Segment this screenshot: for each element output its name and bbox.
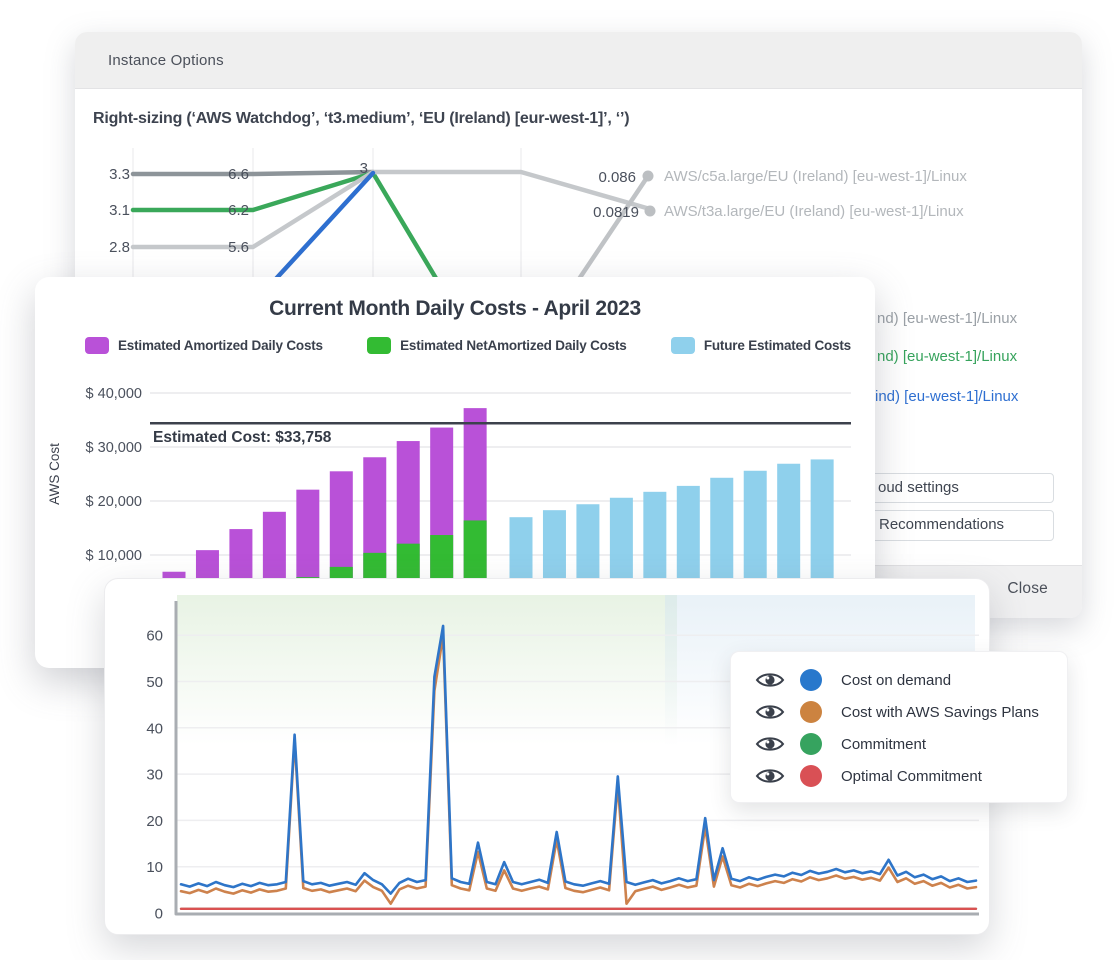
series-endpoint-dot (643, 171, 654, 182)
y-tick-label: 20 (146, 813, 163, 830)
axis-value-label: 3 (360, 160, 368, 177)
y-tick-label: 30 (146, 767, 163, 784)
legend-label: Optimal Commitment (841, 768, 982, 785)
page: Instance Options Right-sizing (‘AWS Watc… (0, 0, 1116, 960)
instance-label: AWS/c5a.large/EU (Ireland) [eu-west-1]/L… (664, 168, 967, 185)
instance-label-fragment-green: nd) [eu-west-1]/Linux (877, 348, 1017, 365)
legend-label: Commitment (841, 736, 926, 753)
legend-color-dot (800, 701, 822, 723)
current-instance-gray-dark-line (133, 172, 373, 174)
legend-row-cost-with-aws-savings-plans[interactable]: Cost with AWS Savings Plans (731, 696, 1067, 728)
instance-label-fragment-gray: nd) [eu-west-1]/Linux (877, 310, 1017, 327)
cloud-settings-button-label: oud settings (878, 479, 959, 496)
y-tick-label: $ 30,000 (86, 440, 142, 456)
legend-color-dot (800, 669, 822, 691)
y-tick-label: $ 20,000 (86, 494, 142, 510)
legend-row-commitment[interactable]: Commitment (731, 728, 1067, 760)
y-tick-label: $ 40,000 (86, 386, 142, 402)
eye-visibility-icon[interactable] (755, 670, 785, 690)
y-tick-label: 10 (146, 859, 163, 876)
y-tick-label: 50 (146, 674, 163, 691)
legend-row-optimal-commitment[interactable]: Optimal Commitment (731, 760, 1067, 792)
y-tick-label: 40 (146, 720, 163, 737)
instance-label: AWS/t3a.large/EU (Ireland) [eu-west-1]/L… (664, 203, 964, 220)
legend-color-dot (800, 733, 822, 755)
axis-value-label: 6.6 (228, 166, 249, 183)
line-chart-legend: Cost on demand Cost with AWS Savings Plan… (730, 651, 1068, 803)
axis-value-label: 0.086 (598, 169, 636, 186)
legend-row-cost-on-demand[interactable]: Cost on demand (731, 664, 1067, 696)
eye-visibility-icon[interactable] (755, 734, 785, 754)
axis-value-label: 0.0819 (593, 204, 639, 221)
y-tick-label: 0 (155, 906, 163, 923)
legend-color-dot (800, 765, 822, 787)
axis-value-label: 2.8 (109, 239, 130, 256)
legend-label: Cost with AWS Savings Plans (841, 704, 1039, 721)
legend-label: Cost on demand (841, 672, 951, 689)
eye-visibility-icon[interactable] (755, 766, 785, 786)
cost-lines-card: 0102030405060 Cost on demandCost with AW… (104, 578, 990, 935)
axis-value-label: 5.6 (228, 239, 249, 256)
axis-value-label: 6.2 (228, 202, 249, 219)
axis-value-label: 3.3 (109, 166, 130, 183)
y-tick-label: 60 (146, 628, 163, 645)
instance-label-fragment-blue: ind) [eu-west-1]/Linux (875, 388, 1018, 405)
y-axis-title: AWS Cost (47, 443, 62, 505)
recommendations-button-label: Recommendations (879, 516, 1004, 533)
y-tick-label: $ 10,000 (86, 548, 142, 564)
series-endpoint-dot (645, 206, 656, 217)
axis-value-label: 3.1 (109, 202, 130, 219)
eye-visibility-icon[interactable] (755, 702, 785, 722)
close-button[interactable]: Close (1007, 580, 1048, 598)
estimated-cost-label: Estimated Cost: $33,758 (153, 429, 332, 446)
